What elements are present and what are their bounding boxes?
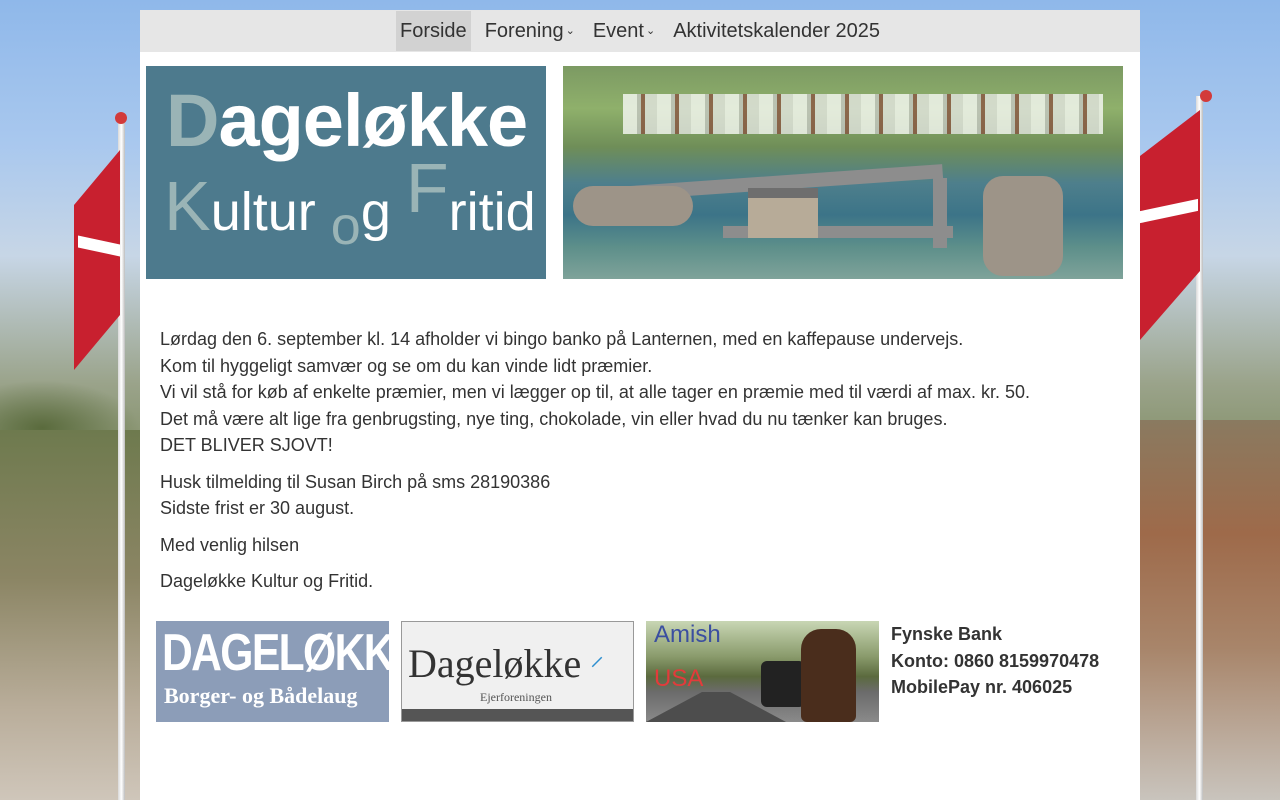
bank-konto: Konto: 0860 8159970478 — [891, 650, 1100, 671]
bank-name: Fynske Bank — [891, 624, 1003, 644]
chevron-down-icon: ⌄ — [646, 25, 656, 37]
sponsor-ejerforeningen[interactable]: Dageløkke ⸝ Ejerforeningen — [401, 621, 634, 722]
nav-label: Forside — [399, 20, 467, 42]
page-container: Forside Forening ⌄ Event ⌄ Aktivitetskal… — [140, 10, 1140, 800]
sponsor-bar — [402, 709, 633, 721]
event-paragraph: Lørdag den 6. september kl. 14 afholder … — [160, 329, 1031, 455]
article-content: Lørdag den 6. september kl. 14 afholder … — [160, 326, 1100, 605]
photo-rocks — [573, 186, 693, 226]
photo-horse — [801, 629, 856, 722]
nav-label: Aktivitetskalender 2025 — [673, 20, 881, 42]
wave-icon: ⸝ — [590, 640, 605, 671]
photo-buildings — [623, 94, 1103, 134]
photo-rocks — [983, 176, 1063, 276]
logo-line-2: Kultur og Fritid — [164, 149, 536, 256]
nav-label: Forening — [484, 20, 564, 42]
photo-house — [748, 188, 818, 238]
sponsor-amish-usa[interactable]: Amish USA — [646, 621, 879, 722]
sponsor-title: Dageløkke — [408, 641, 582, 686]
main-nav: Forside Forening ⌄ Event ⌄ Aktivitetskal… — [140, 10, 1140, 52]
sponsor-borger-baadelaug[interactable]: DAGELØKKE Borger- og Bådelaug — [156, 621, 389, 722]
sponsor-title: Amish — [654, 621, 721, 648]
nav-item-forside[interactable]: Forside — [395, 11, 471, 51]
sponsor-subtitle: Borger- og Bådelaug — [164, 683, 358, 708]
harbor-photo — [563, 66, 1123, 279]
sponsor-subtitle: USA — [654, 665, 704, 692]
greeting: Med venlig hilsen — [160, 534, 300, 555]
photo-pier — [933, 178, 947, 248]
nav-item-forening[interactable]: Forening ⌄ — [481, 11, 579, 51]
logo-line-1: Dageløkke — [166, 79, 528, 162]
signup-paragraph: Husk tilmelding til Susan Birch på sms 2… — [160, 471, 551, 519]
photo-buggy — [761, 661, 805, 707]
background-ground-right — [1140, 420, 1280, 800]
sponsor-subtitle: Ejerforeningen — [480, 690, 552, 704]
nav-item-aktivitetskalender[interactable]: Aktivitetskalender 2025 — [669, 11, 884, 51]
signature: Dageløkke Kultur og Fritid. — [160, 571, 374, 591]
site-logo[interactable]: Dageløkke Kultur og Fritid — [146, 66, 546, 279]
bank-info: Fynske Bank Konto: 0860 8159970478 Mobil… — [891, 621, 1099, 701]
chevron-down-icon: ⌄ — [565, 25, 575, 37]
bank-mobilepay: MobilePay nr. 406025 — [891, 677, 1073, 697]
nav-label: Event — [592, 20, 644, 42]
sponsor-title: DAGELØKKE — [162, 624, 389, 682]
nav-item-event[interactable]: Event ⌄ — [589, 11, 659, 51]
